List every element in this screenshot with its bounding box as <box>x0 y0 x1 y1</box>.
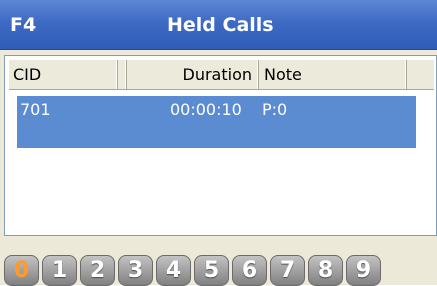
number-button-8[interactable]: 8 <box>308 255 343 286</box>
number-button-0[interactable]: 0 <box>4 255 39 286</box>
row-cid: 701 <box>20 100 51 119</box>
number-button-6[interactable]: 6 <box>232 255 267 286</box>
row-duration: 00:00:10 <box>170 100 242 119</box>
number-button-2[interactable]: 2 <box>80 255 115 286</box>
held-calls-list: CID Duration Note 701 00:00:10 P:0 <box>4 55 437 236</box>
number-button-1[interactable]: 1 <box>42 255 77 286</box>
column-header-separator[interactable] <box>118 60 127 89</box>
title-bar: F4 Held Calls <box>0 0 437 50</box>
function-key-label: F4 <box>10 14 37 36</box>
number-button-9[interactable]: 9 <box>346 255 381 286</box>
number-button-5[interactable]: 5 <box>194 255 229 286</box>
column-header-note[interactable]: Note <box>259 60 407 89</box>
column-header-filler <box>407 60 434 89</box>
held-calls-window: F4 Held Calls CID Duration Note 701 00:0… <box>0 0 437 286</box>
number-button-3[interactable]: 3 <box>118 255 153 286</box>
number-button-bar: 0 1 2 3 4 5 6 7 8 9 <box>4 253 437 286</box>
column-header-duration[interactable]: Duration <box>127 60 259 89</box>
column-header-cid[interactable]: CID <box>9 60 118 89</box>
list-header: CID Duration Note <box>9 60 434 90</box>
window-title: Held Calls <box>167 14 274 36</box>
number-button-4[interactable]: 4 <box>156 255 191 286</box>
number-button-7[interactable]: 7 <box>270 255 305 286</box>
held-call-row[interactable]: 701 00:00:10 P:0 <box>17 96 416 148</box>
row-note: P:0 <box>262 100 288 119</box>
